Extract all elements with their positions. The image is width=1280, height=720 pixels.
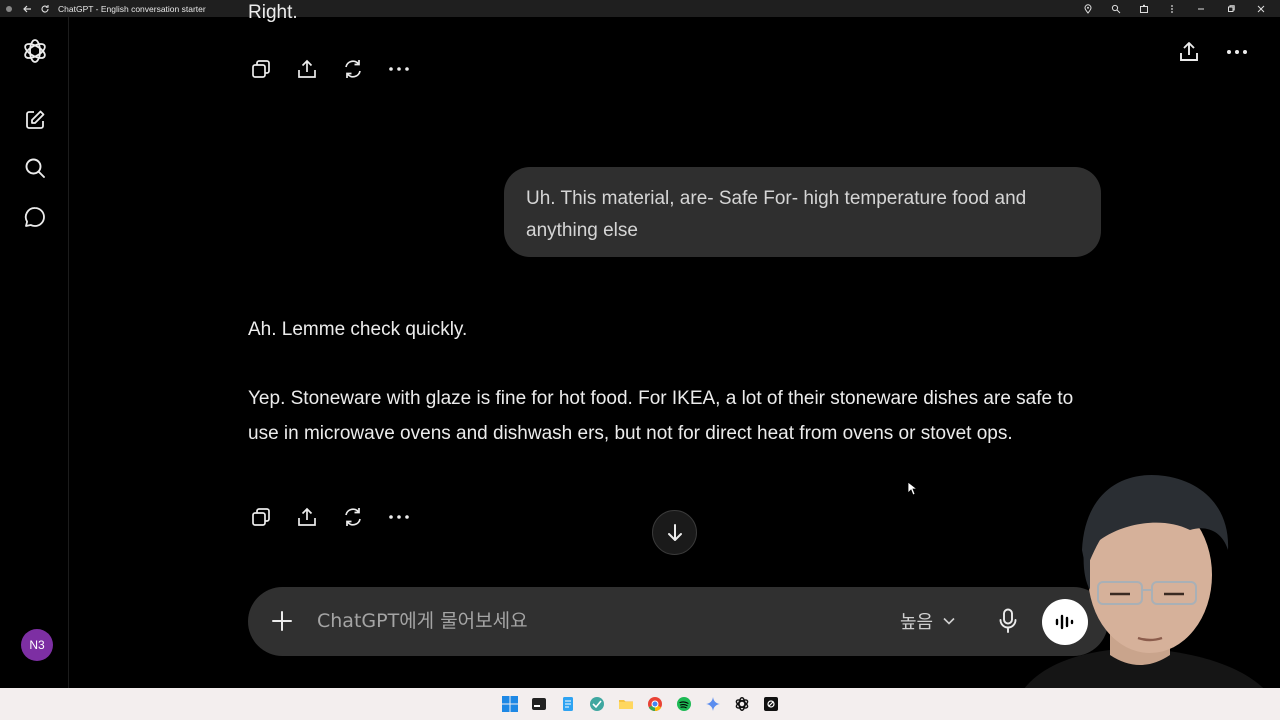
app-menu-icon[interactable]: [0, 0, 18, 17]
chatgpt-taskbar-icon[interactable]: [733, 695, 751, 713]
more-options-icon[interactable]: [1224, 38, 1250, 66]
add-attachment-button[interactable]: [268, 607, 296, 635]
share-icon[interactable]: [1176, 38, 1202, 66]
back-icon[interactable]: [18, 0, 36, 17]
taskbar: [0, 688, 1280, 720]
chrome-icon[interactable]: [646, 695, 664, 713]
share-icon[interactable]: [294, 56, 320, 82]
assistant-message-line-1: Ah. Lemme check quickly.: [248, 319, 468, 340]
search-icon[interactable]: [19, 152, 51, 184]
sidebar: N3: [0, 17, 69, 688]
more-icon[interactable]: [386, 504, 412, 530]
new-chat-icon[interactable]: [19, 104, 51, 136]
user-message-bubble: Uh. This material, are- Safe For- high t…: [504, 167, 1101, 257]
extensions-icon[interactable]: [1130, 0, 1158, 17]
capture-app-icon[interactable]: [762, 695, 780, 713]
minimize-icon[interactable]: [1186, 0, 1216, 17]
location-icon[interactable]: [1074, 0, 1102, 17]
more-icon[interactable]: [386, 56, 412, 82]
share-icon[interactable]: [294, 504, 320, 530]
mouse-cursor-icon: [907, 481, 919, 501]
notepad-icon[interactable]: [559, 695, 577, 713]
zoom-icon[interactable]: [1102, 0, 1130, 17]
message-composer: 높음: [248, 587, 1108, 656]
restore-icon[interactable]: [1216, 0, 1246, 17]
regenerate-icon[interactable]: [340, 56, 366, 82]
avatar[interactable]: N3: [21, 629, 53, 661]
file-explorer-icon[interactable]: [617, 695, 635, 713]
terminal-icon[interactable]: [530, 695, 548, 713]
previous-message-tail: Right.: [248, 2, 298, 23]
message-input[interactable]: [317, 607, 857, 635]
windows-start-icon[interactable]: [501, 695, 519, 713]
close-icon[interactable]: [1246, 0, 1276, 17]
app-icon[interactable]: [588, 695, 606, 713]
assistant-message-line-2: Yep. Stoneware with glaze is fine for ho…: [248, 388, 1074, 444]
model-selector[interactable]: 높음: [900, 607, 955, 635]
chat-bubble-icon[interactable]: [19, 201, 51, 233]
chevron-down-icon: [943, 617, 955, 625]
header-actions: [1176, 38, 1250, 66]
openai-logo-icon[interactable]: [19, 35, 51, 67]
gemini-icon[interactable]: [704, 695, 722, 713]
scroll-to-bottom-button[interactable]: [652, 510, 697, 555]
plus-icon: [272, 611, 292, 631]
spotify-icon[interactable]: [675, 695, 693, 713]
model-label: 높음: [900, 612, 934, 633]
arrow-down-icon: [667, 523, 682, 541]
window-titlebar: ChatGPT - English conversation starter: [0, 0, 1280, 17]
regenerate-icon[interactable]: [340, 504, 366, 530]
message-actions-1: [248, 56, 412, 82]
webcam-overlay: [990, 470, 1280, 720]
window-title: ChatGPT - English conversation starter: [58, 3, 206, 14]
copy-icon[interactable]: [248, 56, 274, 82]
reload-icon[interactable]: [36, 0, 54, 17]
message-actions-2: [248, 504, 412, 530]
more-menu-icon[interactable]: [1158, 0, 1186, 17]
copy-icon[interactable]: [248, 504, 274, 530]
